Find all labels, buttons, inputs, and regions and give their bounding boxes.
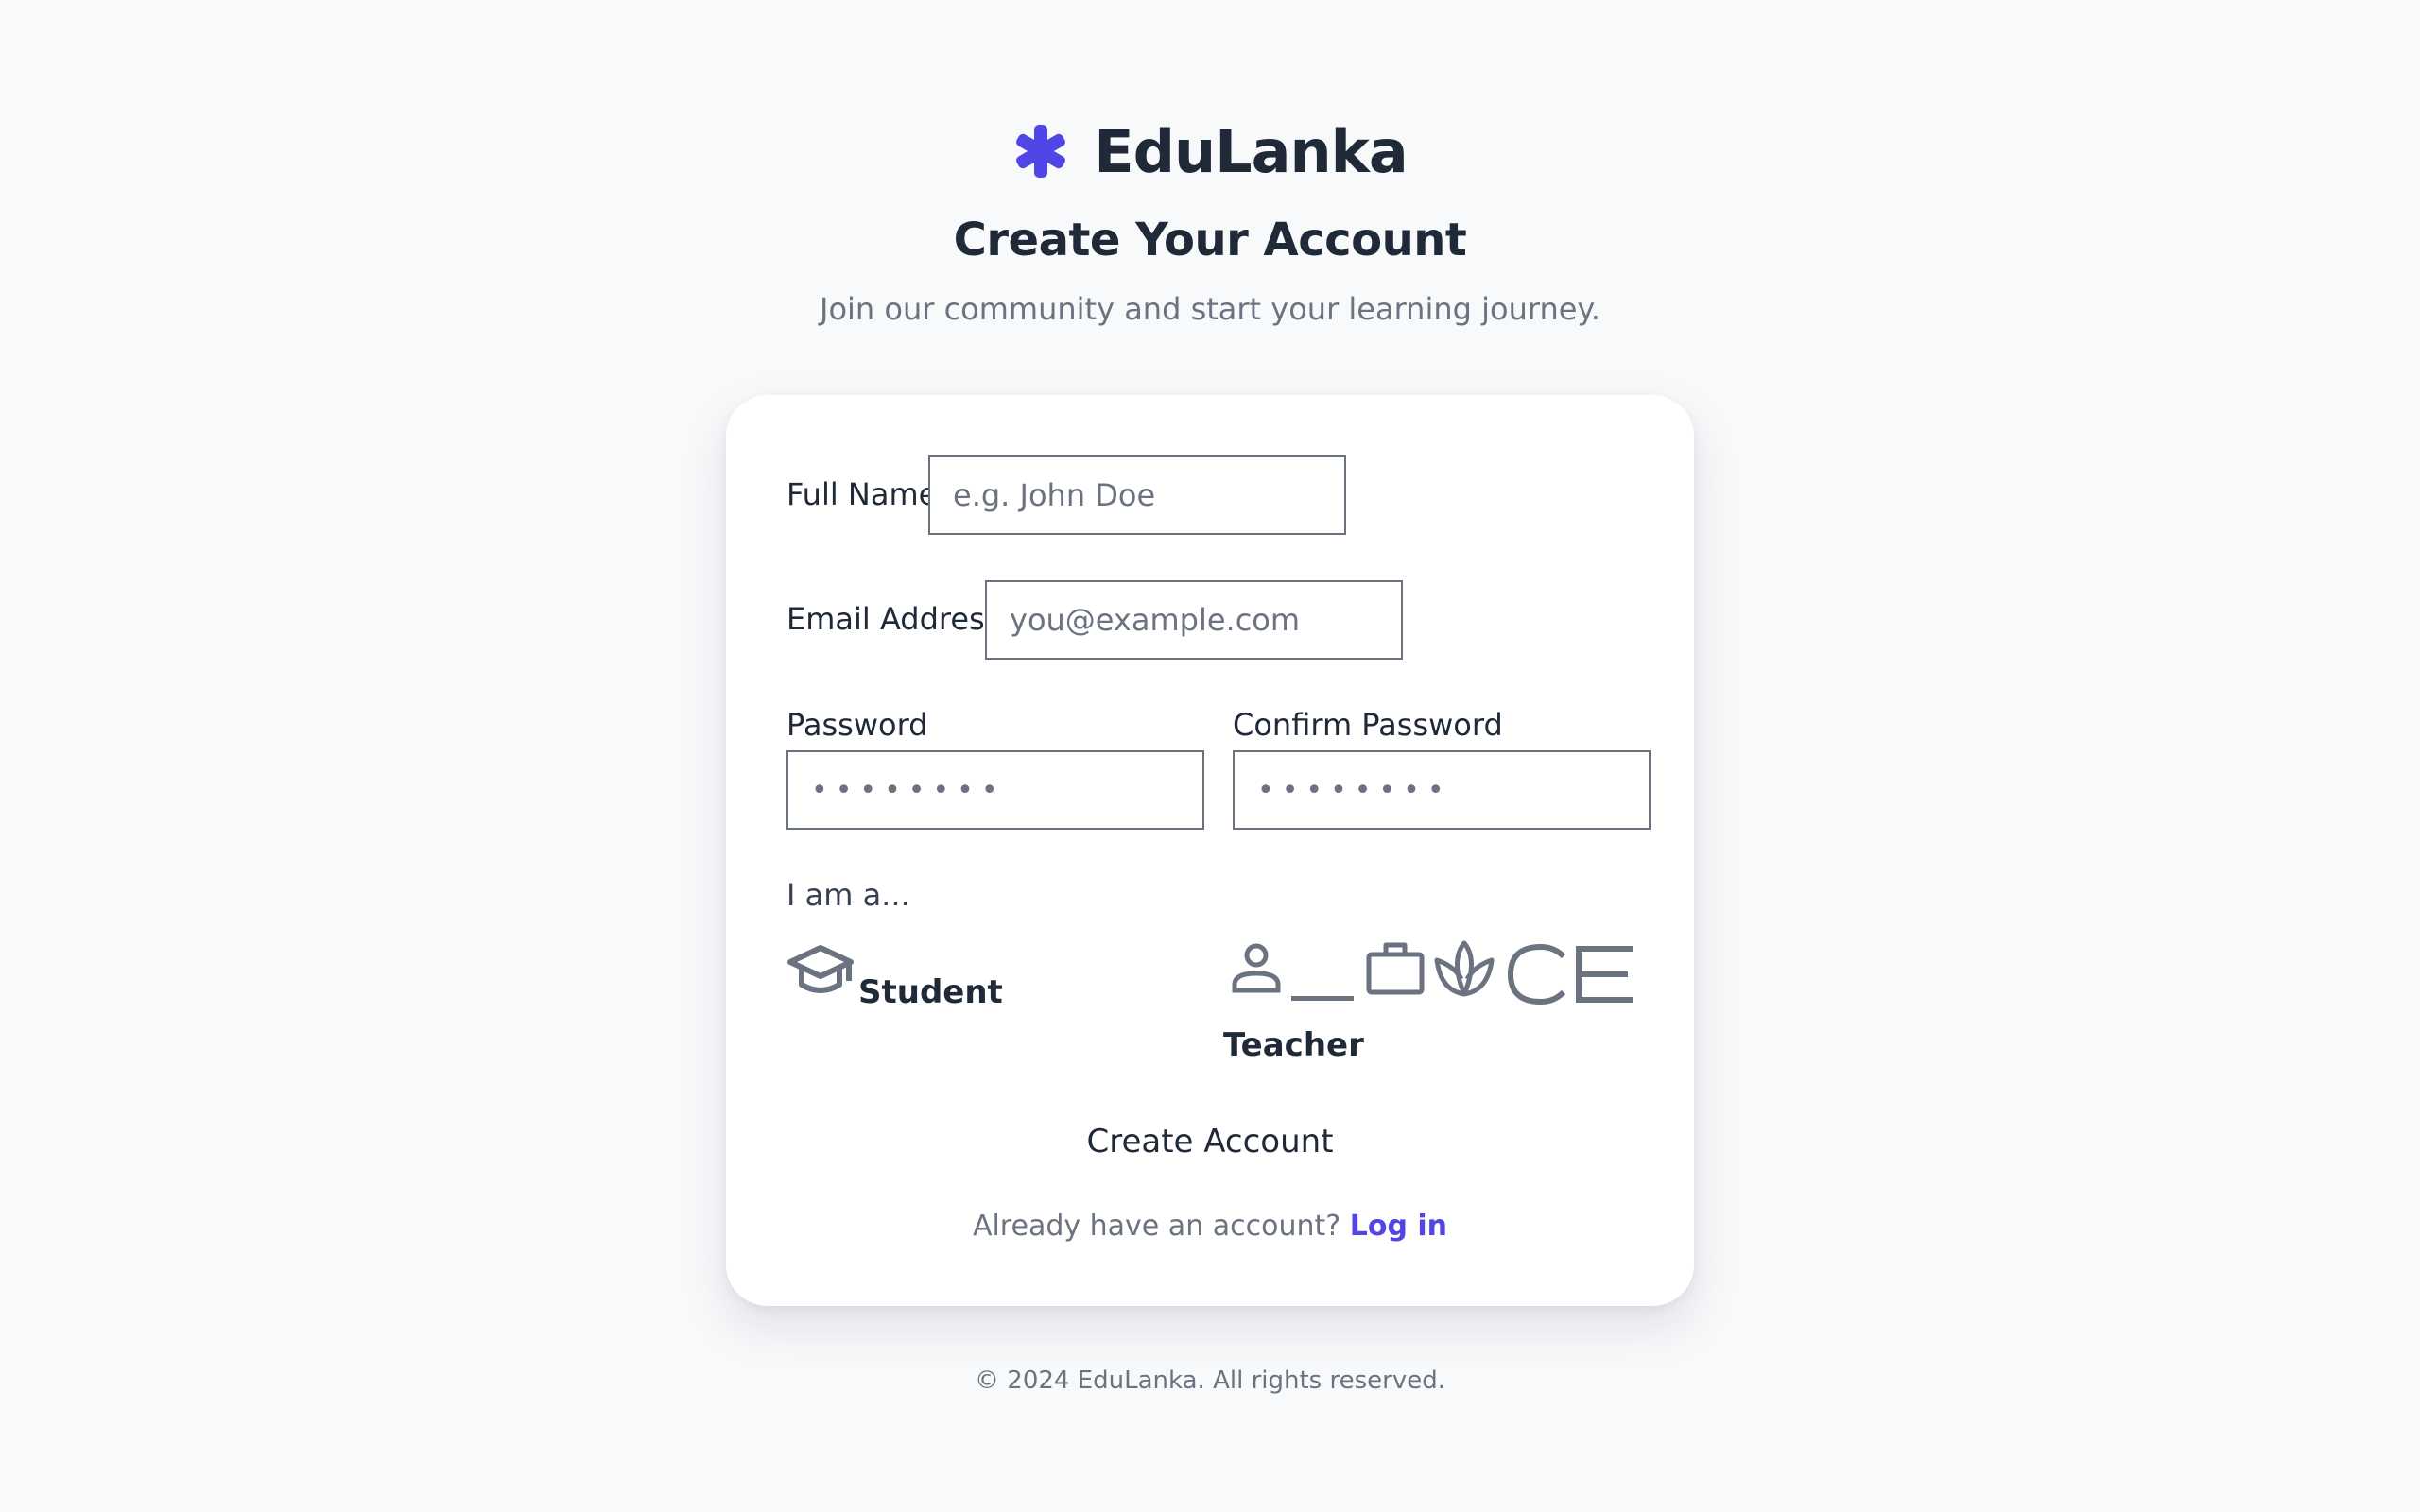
password-label: Password [786, 707, 928, 743]
ce-icon-glyph [1505, 943, 1637, 1005]
role-teacher-label: Teacher [1223, 1026, 1364, 1064]
confirm-password-label: Confirm Password [1233, 707, 1503, 743]
footer-copyright: © 2024 EduLanka. All rights reserved. [975, 1366, 1445, 1395]
role-option-student[interactable]: Student [786, 941, 1023, 1026]
briefcase-icon [1365, 939, 1426, 998]
page-title: Create Your Account [953, 214, 1467, 266]
person-icon [1229, 941, 1284, 994]
underscore-mark [1291, 996, 1354, 1004]
login-prompt: Already have an account? Log in [726, 1210, 1694, 1243]
create-account-button[interactable]: Create Account [1021, 1113, 1399, 1170]
graduation-cap-icon [786, 943, 855, 1000]
page-subtitle: Join our community and start your learni… [820, 291, 1600, 327]
email-input[interactable] [985, 580, 1403, 660]
confirm-password-input[interactable] [1233, 750, 1651, 830]
full-name-label: Full Name [786, 476, 938, 512]
asterisk-icon [1012, 123, 1069, 180]
signup-page: EduLanka Create Your Account Join our co… [0, 0, 2420, 1512]
role-option-teacher[interactable]: Teacher [1223, 939, 1658, 1089]
role-student-label: Student [858, 973, 1003, 1011]
brand-header: EduLanka [0, 113, 2420, 189]
role-prompt: I am a... [786, 877, 910, 913]
email-label: Email Address [786, 601, 1001, 637]
login-prompt-text: Already have an account? [972, 1210, 1341, 1243]
full-name-input[interactable] [928, 455, 1346, 535]
signup-card: Full Name Email Address Password Confirm… [726, 395, 1694, 1306]
brand-name: EduLanka [1094, 116, 1408, 186]
lotus-icon [1433, 939, 1495, 1000]
password-input[interactable] [786, 750, 1204, 830]
login-link[interactable]: Log in [1350, 1210, 1447, 1243]
